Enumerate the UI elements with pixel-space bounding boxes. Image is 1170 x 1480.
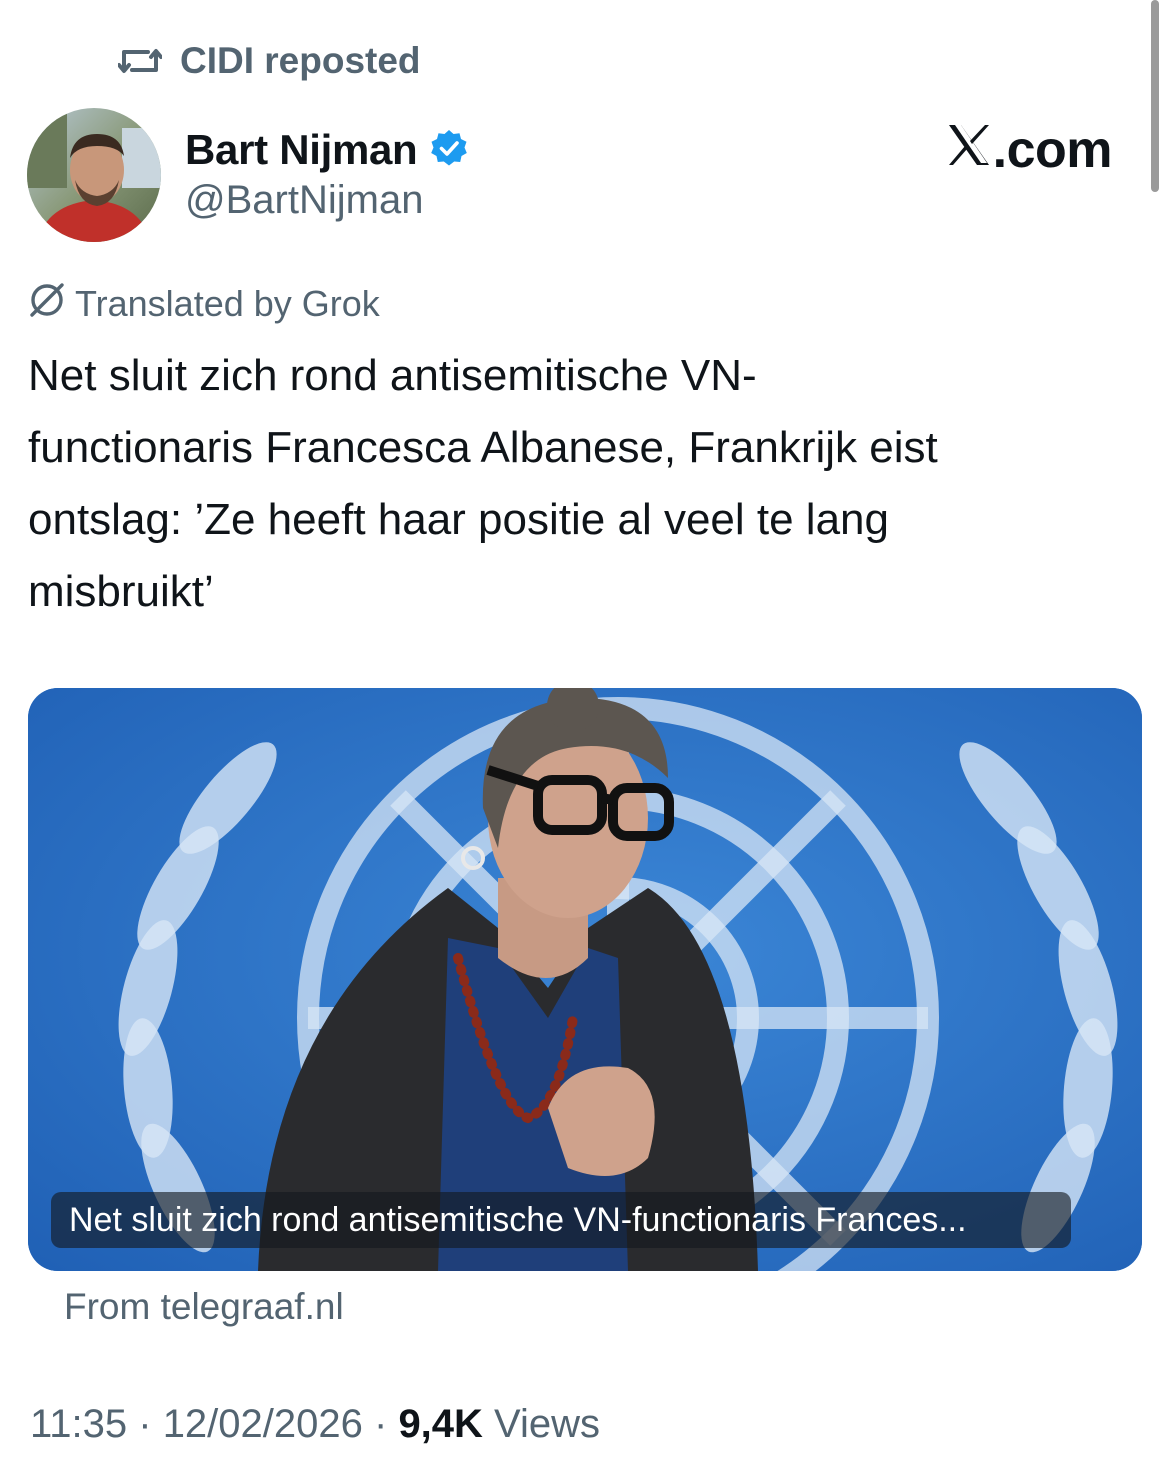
- scrollbar[interactable]: [1151, 0, 1159, 192]
- tweet-text: Net sluit zich rond antisemitische VN- f…: [28, 340, 1138, 628]
- x-logo-icon: [947, 120, 991, 180]
- tweet-text-line: ontslag: ’Ze heeft haar positie al veel …: [28, 495, 889, 544]
- meta-separator: ·: [362, 1402, 399, 1446]
- grok-icon: [27, 280, 67, 329]
- translation-indicator[interactable]: Translated by Grok: [27, 282, 380, 326]
- tweet-date[interactable]: 12/02/2026: [163, 1402, 363, 1446]
- tweet-text-line: misbruikt’: [28, 567, 214, 616]
- repost-indicator[interactable]: CIDI reposted: [118, 38, 421, 84]
- link-card-media[interactable]: Net sluit zich rond antisemitische VN-fu…: [28, 688, 1142, 1271]
- tweet-meta: 11:35 · 12/02/2026 · 9,4K Views: [30, 1402, 600, 1447]
- author-display-name[interactable]: Bart Nijman: [185, 126, 418, 174]
- meta-separator: ·: [127, 1402, 163, 1446]
- media-image: [28, 688, 1142, 1271]
- verified-badge-icon: [429, 128, 469, 173]
- avatar[interactable]: [27, 108, 161, 242]
- tweet-time[interactable]: 11:35: [30, 1402, 127, 1446]
- author-handle[interactable]: @BartNijman: [185, 178, 423, 223]
- tweet-text-line: functionaris Francesca Albanese, Frankri…: [28, 423, 938, 472]
- x-com-brand: .com: [947, 120, 1113, 180]
- repost-label: CIDI reposted: [180, 40, 421, 81]
- link-card-source[interactable]: From telegraaf.nl: [64, 1286, 344, 1328]
- author-name-row[interactable]: Bart Nijman: [185, 124, 469, 176]
- x-com-suffix: .com: [992, 121, 1113, 179]
- translation-label: Translated by Grok: [75, 283, 380, 324]
- repost-icon: [118, 44, 162, 78]
- views-label: Views: [482, 1402, 601, 1446]
- views-count[interactable]: 9,4K: [398, 1402, 483, 1446]
- tweet-text-line: Net sluit zich rond antisemitische VN-: [28, 351, 757, 400]
- media-caption: Net sluit zich rond antisemitische VN-fu…: [51, 1192, 1071, 1248]
